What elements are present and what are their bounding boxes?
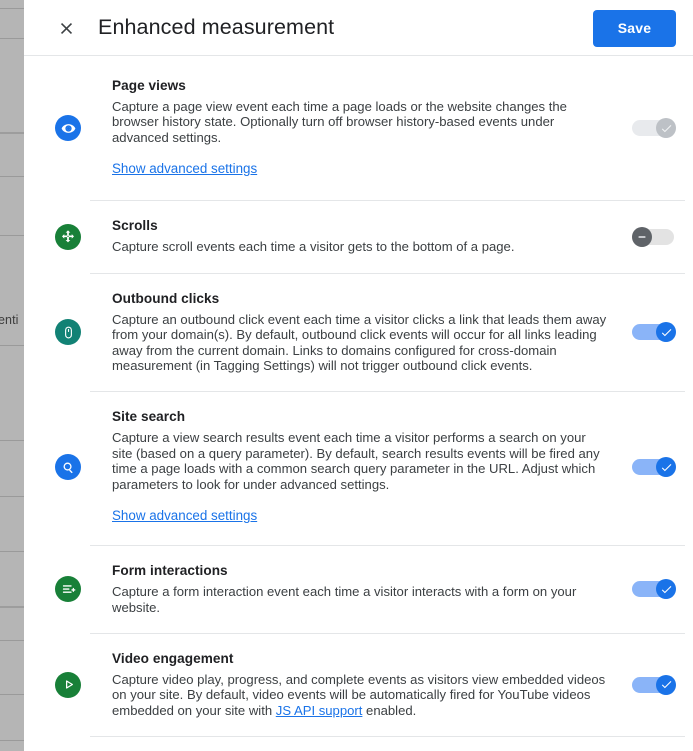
save-button[interactable]: Save [593,9,676,47]
enhanced-measurement-dialog: Enhanced measurement Save Page views Cap… [24,0,693,751]
close-icon[interactable] [53,15,79,41]
row-divider [90,736,685,738]
icon-cell [46,671,90,698]
setting-row-site-search: Site search Capture a view search result… [24,391,693,545]
toggle-cell [623,674,685,695]
setting-description: Capture video play, progress, and comple… [112,672,609,718]
setting-title: Scrolls [112,218,158,234]
icon-cell [46,319,90,346]
bg-divider [0,345,24,346]
toggle-knob [632,226,652,247]
toggle-site-search[interactable] [632,457,676,478]
setting-row-page-views: Page views Capture a page view event eac… [24,56,693,200]
row-divider [90,200,685,202]
toggle-form-interactions[interactable] [632,579,676,600]
row-divider [90,272,685,274]
search-icon [55,454,81,481]
toggle-page-views [632,118,676,139]
toggle-video-engagement[interactable] [632,674,676,695]
dialog-header: Enhanced measurement Save [24,0,693,56]
setting-row-outbound-clicks: Outbound clicks Capture an outbound clic… [24,272,693,392]
setting-description: Capture a view search results event each… [112,430,600,492]
setting-title: Video engagement [112,651,234,667]
bg-divider [0,640,24,641]
text-cell: Outbound clicks Capture an outbound clic… [90,291,623,374]
bg-partial-text: enti [0,313,19,327]
row-divider [90,545,685,547]
text-cell: Site search Capture a view search result… [90,409,623,525]
icon-cell [46,223,90,250]
bg-divider [0,176,24,177]
toggle-outbound-clicks[interactable] [632,322,676,343]
scrim-overlay: enti [0,0,24,751]
page-title: Enhanced measurement [98,15,335,40]
bg-divider [0,551,24,552]
bg-divider [0,440,24,441]
desc-part-2: enabled. [362,702,417,718]
show-advanced-settings-link[interactable]: Show advanced settings [112,161,257,176]
row-divider [90,391,685,393]
toggle-cell [623,322,685,343]
form-add-icon [55,576,81,603]
toggle-cell [623,457,685,478]
icon-cell [46,576,90,603]
js-api-support-link[interactable]: JS API support [276,703,363,718]
toggle-cell [623,226,685,247]
setting-title: Outbound clicks [112,290,220,306]
bg-divider [0,694,24,695]
setting-title: Form interactions [112,563,228,579]
toggle-knob [656,674,676,695]
bg-divider [0,740,24,741]
text-cell: Page views Capture a page view event eac… [90,78,623,178]
setting-title: Page views [112,78,186,93]
setting-description: Capture a form interaction event each ti… [112,584,577,615]
eye-icon [55,115,81,142]
move-arrows-icon [55,223,81,250]
toggle-scrolls[interactable] [632,226,676,247]
setting-description: Capture scroll events each time a visito… [112,239,515,255]
mouse-icon [55,319,81,346]
bg-divider [0,38,24,39]
text-cell: Form interactions Capture a form interac… [90,563,623,615]
text-cell: Scrolls Capture scroll events each time … [90,218,623,254]
show-advanced-settings-link[interactable]: Show advanced settings [112,508,257,523]
setting-row-form-interactions: Form interactions Capture a form interac… [24,545,693,633]
toggle-knob [656,457,676,478]
toggle-knob [656,322,676,343]
toggle-knob [656,579,676,600]
text-cell: Video engagement Capture video play, pro… [90,651,623,718]
bg-divider [0,496,24,497]
bg-divider [0,606,24,608]
icon-cell [46,115,90,142]
icon-cell [46,454,90,481]
toggle-cell [623,118,685,139]
play-icon [55,671,81,698]
setting-row-video-engagement: Video engagement Capture video play, pro… [24,633,693,736]
bg-divider [0,235,24,236]
setting-row-scrolls: Scrolls Capture scroll events each time … [24,200,693,272]
setting-description: Capture a page view event each time a pa… [112,98,567,145]
setting-description: Capture an outbound click event each tim… [112,311,607,374]
setting-title: Site search [112,409,186,425]
bg-divider [0,132,24,134]
settings-list: Page views Capture a page view event eac… [24,56,693,751]
setting-row-file-downloads: File downloads Capture a file download e… [24,736,693,751]
bg-divider [0,8,24,9]
toggle-knob [656,118,676,139]
toggle-cell [623,579,685,600]
row-divider [90,633,685,635]
